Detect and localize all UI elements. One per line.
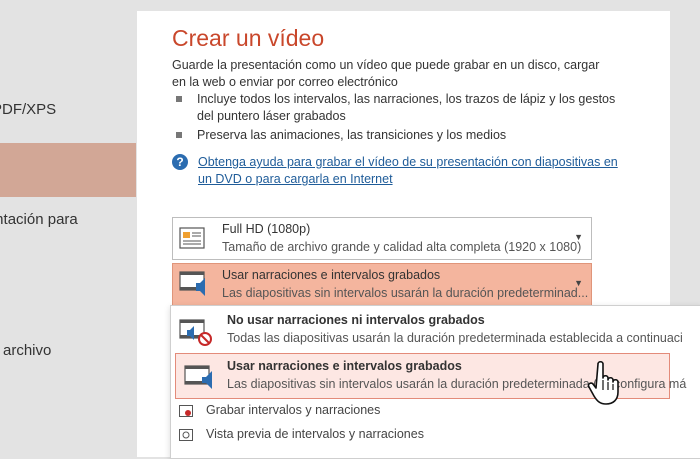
option-no-narrations[interactable]: No usar narraciones ni intervalos grabad… bbox=[171, 308, 700, 352]
record-icon bbox=[179, 405, 193, 417]
description-text: Guarde la presentación como un vídeo que… bbox=[172, 58, 600, 89]
narration-dropdown[interactable]: Usar narraciones e intervalos grabados L… bbox=[172, 263, 592, 306]
presentation-quality-icon bbox=[179, 227, 205, 249]
film-speaker-icon bbox=[184, 365, 212, 389]
film-speaker-icon bbox=[179, 271, 205, 296]
left-nav: PDF/XPS Presentación para archivo bbox=[0, 0, 136, 457]
narration-subtitle: Las diapositivas sin intervalos usarán l… bbox=[222, 286, 589, 300]
video-quality-dropdown[interactable]: Full HD (1080p) Tamaño de archivo grande… bbox=[172, 217, 592, 260]
quality-title: Full HD (1080p) bbox=[222, 222, 311, 236]
hand-pointer-icon bbox=[588, 360, 619, 405]
help-link[interactable]: Obtenga ayuda para grabar el vídeo de su… bbox=[198, 154, 618, 188]
quality-subtitle: Tamaño de archivo grande y calidad alta … bbox=[222, 240, 582, 254]
nav-item-pdf-xps[interactable]: PDF/XPS bbox=[0, 101, 136, 121]
page-title: Crear un vídeo bbox=[172, 25, 325, 51]
film-no-narration-icon bbox=[179, 319, 212, 346]
chevron-down-icon: ▼ bbox=[574, 278, 583, 288]
bullet-square-icon bbox=[176, 132, 182, 138]
help-question-icon: ? bbox=[172, 154, 188, 170]
preview-timings-item[interactable]: Vista previa de intervalos y narraciones bbox=[171, 424, 700, 446]
bullet-square-icon bbox=[176, 96, 182, 102]
narration-title: Usar narraciones e intervalos grabados bbox=[222, 268, 441, 282]
nav-item-active[interactable] bbox=[0, 143, 136, 197]
nav-item-presentacion[interactable]: Presentación para bbox=[0, 211, 136, 231]
chevron-down-icon: ▼ bbox=[574, 232, 583, 242]
nav-item-archivo[interactable]: archivo bbox=[0, 342, 136, 362]
preview-icon bbox=[179, 429, 193, 441]
